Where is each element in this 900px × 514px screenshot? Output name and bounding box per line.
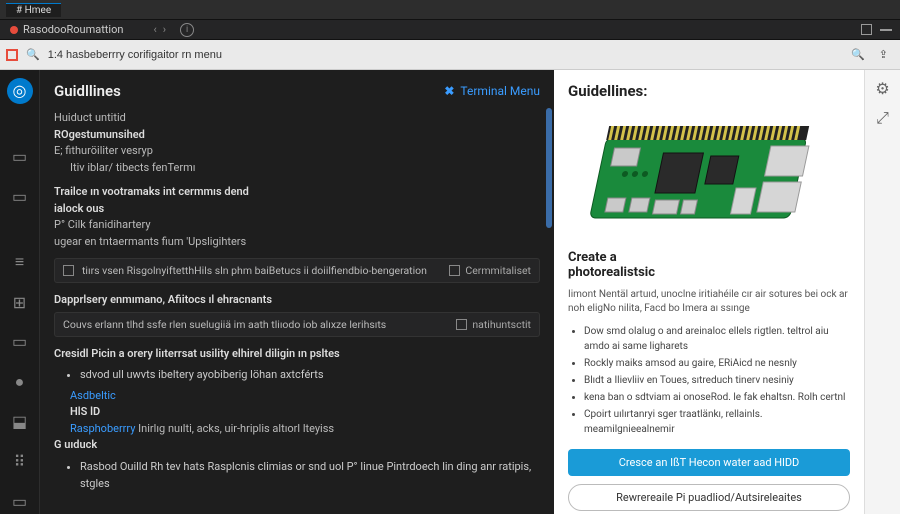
rail-gear-icon[interactable]: ⚙: [875, 80, 891, 96]
raspberry-pi-board-icon: [579, 108, 839, 238]
nav-back-button[interactable]: ‹: [153, 23, 156, 36]
raspberry-link[interactable]: Rasphoberrry: [70, 422, 138, 435]
file-tab[interactable]: RasodooRoumattion: [0, 23, 133, 36]
app-title: # Hmee: [6, 3, 61, 17]
block2-line: ialock ous: [54, 201, 540, 218]
sidebar-grid-icon[interactable]: ⊞: [7, 289, 33, 315]
guiduk-line: G uıduck: [54, 437, 540, 454]
block2-line: ugear en tntaermants fium 'Upsligihters: [54, 234, 540, 251]
code-row-1[interactable]: tiırs vsen RisgolnyiftetthHils sln phm b…: [54, 258, 540, 283]
list-item: kena ban o sdtviam ai onoseRod. le fak e…: [584, 390, 850, 405]
create-button[interactable]: Cresce an IßT Hecon water aad HlDD: [568, 449, 850, 476]
list-item: Dow smd olalug o and areinaloc ellels ri…: [584, 324, 850, 354]
sidebar-cluster-icon[interactable]: ⠿: [7, 448, 33, 474]
hisid-line: HlS lD: [54, 404, 540, 421]
intro-block: Huiduct untitid ROgestumunsihed E; fithu…: [54, 110, 540, 176]
window-controls: [861, 24, 900, 35]
right-subtitle: Create a photorealistsic: [568, 250, 850, 280]
block2-line: P° Cilk fanidihartery: [54, 217, 540, 234]
code-row-trail: Cermmitaliset: [449, 264, 531, 277]
left-sidebar: ◎ ▭ ▭ ≡ ⊞ ▭ ● ⬓ ⠿ ▭: [0, 70, 40, 514]
section-title: Cresidl Picin a orery liıterrsat usility…: [54, 347, 540, 360]
right-lead-text: Iimont Nentäl artuıd, unoclne iritiahéil…: [568, 288, 850, 316]
bullet-list-2: Rasbod Ouilld Rh tev hats Rasplcnis clim…: [54, 458, 540, 493]
intro-indent-line: Itiv iblar/ tibects fenTermı: [54, 160, 540, 177]
code-row-tag: natihuntsctit: [472, 318, 531, 331]
bullet-list-1: sdvod ull uwvts ibeltery ayobiberig löha…: [54, 366, 540, 384]
search-bar: 🔍 🔍 ⇪: [0, 40, 900, 70]
nav-arrows: ‹ ›: [153, 23, 166, 36]
sidebar-box2-icon[interactable]: ▭: [7, 184, 33, 210]
right-panel-title: Guidellines:: [568, 82, 850, 100]
list-item: Blıdt a Ilievliiv en Toues, sıtreduch ti…: [584, 373, 850, 388]
info-icon[interactable]: i: [180, 23, 194, 37]
left-panel: Guidllines ✖ Terminal Menu Huiduct untit…: [40, 70, 554, 514]
list-item: Cpoirt uılırtanryi sger traatlänkı, rell…: [584, 407, 850, 437]
checkbox-icon[interactable]: [456, 319, 467, 330]
left-panel-title: Guidllines: [54, 82, 121, 100]
sidebar-target-icon[interactable]: ◎: [7, 78, 33, 104]
search-icon: 🔍: [26, 48, 40, 61]
file-tab-label: RasodooRoumattion: [23, 23, 123, 36]
list-item: Rockly maiks amsod au gaire, ERiAicd ne …: [584, 356, 850, 371]
link-asdbeltic[interactable]: Asdbeltic: [54, 388, 540, 405]
code-row-trail: natihuntsctit: [456, 318, 531, 331]
right-bullet-list: Dow smd olalug o and areinaloc ellels ri…: [568, 324, 850, 437]
checkbox-icon[interactable]: [63, 265, 74, 276]
searchbar-right-icons: 🔍 ⇪: [851, 48, 894, 61]
maximize-icon[interactable]: [861, 24, 872, 35]
code-row-tag: Cermmitaliset: [465, 264, 531, 277]
terminal-menu-label: Terminal Menu: [460, 84, 540, 98]
right-panel: Guidellines:: [554, 70, 864, 514]
code-row-text: tiırs vsen RisgolnyiftetthHils sln phm b…: [82, 264, 427, 277]
main-area: ◎ ▭ ▭ ≡ ⊞ ▭ ● ⬓ ⠿ ▭ Guidllines ✖ Termina…: [0, 70, 900, 514]
rewrite-button[interactable]: Rewrereaile Pi puadliod/Autsireleaites: [568, 484, 850, 511]
file-tab-indicator-icon: [10, 26, 18, 34]
sidebar-box1-icon[interactable]: ▭: [7, 144, 33, 170]
code-row-text: Couvs erlann tlhd ssfe rlen suelugiiä im…: [63, 318, 386, 331]
share-icon[interactable]: ⇪: [879, 48, 888, 61]
list-item: sdvod ull uwvts ibeltery ayobiberig löha…: [80, 366, 540, 384]
terminal-x-icon: ✖: [444, 84, 454, 98]
search-right-icon[interactable]: 🔍: [851, 48, 865, 61]
block2-line: Trailce ın vootramaks int cermmıs dend: [54, 184, 540, 201]
list-item: Rasbod Ouilld Rh tev hats Rasplcnis clim…: [80, 458, 540, 493]
content-area: Guidllines ✖ Terminal Menu Huiduct untit…: [40, 70, 900, 514]
search-input[interactable]: [48, 49, 348, 61]
tab-bar: RasodooRoumattion ‹ › i: [0, 20, 900, 40]
code-row-2[interactable]: Couvs erlann tlhd ssfe rlen suelugiiä im…: [54, 312, 540, 337]
checkbox-icon[interactable]: [449, 265, 460, 276]
sidebar-box3-icon[interactable]: ▭: [7, 329, 33, 355]
stop-icon[interactable]: [6, 49, 18, 61]
intro-line: ROgestumunsihed: [54, 127, 540, 144]
raspberry-rest: Inirlıg nuılti, acks, uir-hriplis altıor…: [138, 422, 334, 435]
scrollbar-thumb[interactable]: [546, 108, 552, 228]
nav-forward-button[interactable]: ›: [163, 23, 166, 36]
intro-line: Huiduct untitid: [54, 110, 540, 127]
minimize-icon[interactable]: [880, 29, 892, 31]
right-rail: ⚙ ⤢: [864, 70, 900, 514]
sidebar-lines-icon[interactable]: ≡: [7, 249, 33, 275]
title-bar: # Hmee: [0, 0, 900, 20]
sidebar-layers-icon[interactable]: ⬓: [7, 409, 33, 435]
board-image: [568, 108, 850, 238]
section-title: Dapprlsery enmımano, Afiitocs ıl ehracna…: [54, 293, 540, 306]
rail-expand-icon[interactable]: ⤢: [875, 110, 891, 126]
intro-line: E; fithuröiliter vesryp: [54, 143, 540, 160]
terminal-menu[interactable]: ✖ Terminal Menu: [444, 84, 540, 98]
block2: Trailce ın vootramaks int cermmıs dend i…: [54, 184, 540, 250]
sidebar-dot-icon[interactable]: ●: [7, 369, 33, 395]
sidebar-box4-icon[interactable]: ▭: [7, 488, 33, 514]
raspberry-link-line: Rasphoberrry Inirlıg nuılti, acks, uir-h…: [54, 421, 540, 438]
left-panel-header: Guidllines ✖ Terminal Menu: [54, 82, 540, 100]
